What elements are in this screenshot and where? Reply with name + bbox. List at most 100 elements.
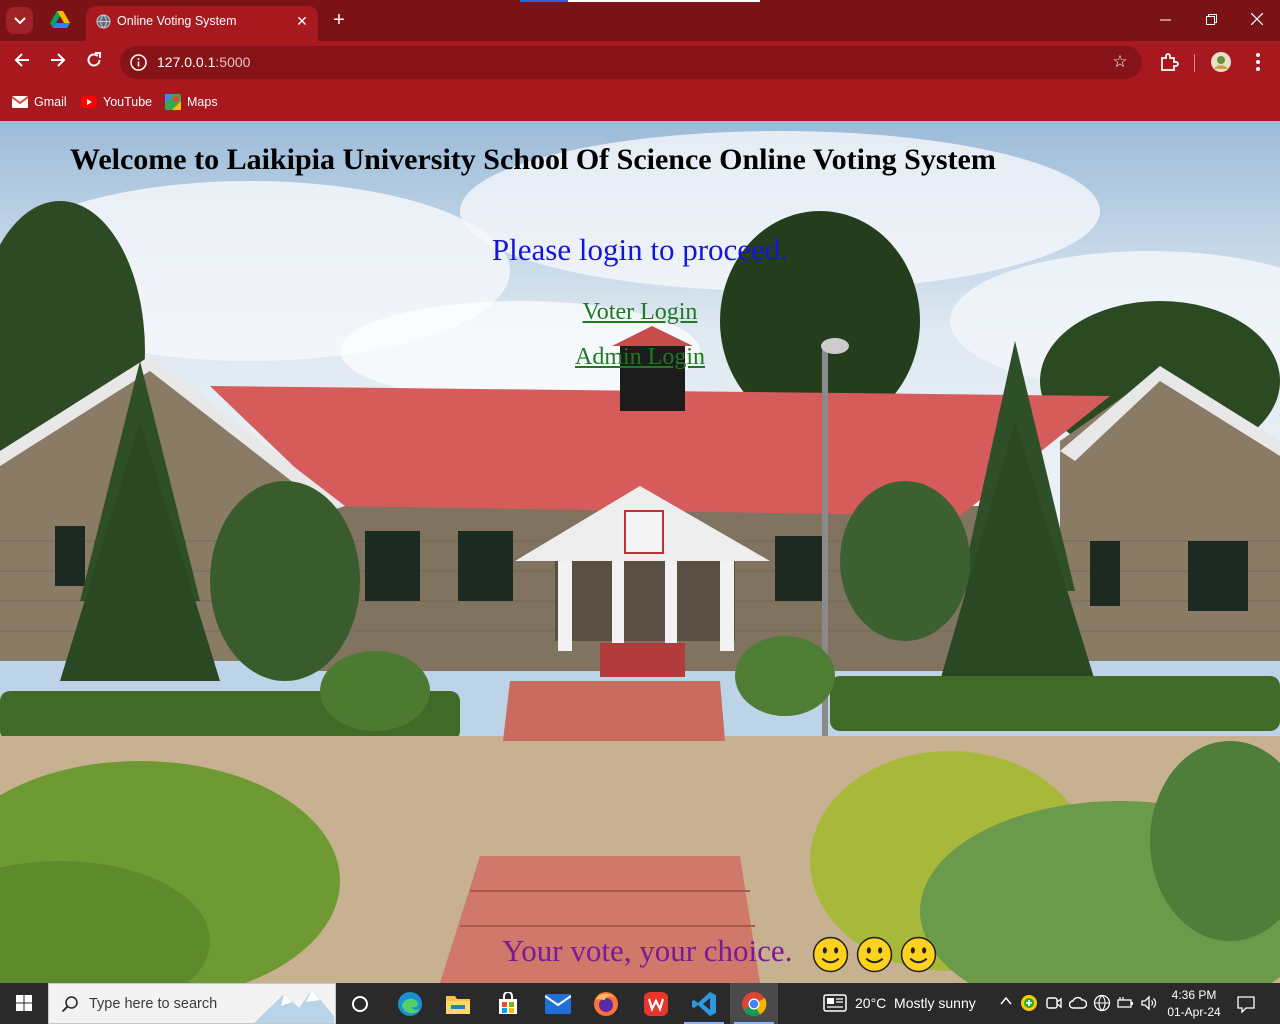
browser-toolbar: 127.0.0.1:5000 ☆	[0, 41, 1280, 83]
login-prompt: Please login to proceed.	[491, 232, 789, 267]
tab-strip: Online Voting System ✕ +	[0, 0, 1280, 41]
page-viewport: Welcome to Laikipia University School Of…	[0, 121, 1280, 983]
admin-login-row: Admin Login	[0, 344, 1280, 371]
task-view-icon	[352, 995, 368, 1012]
arrow-right-icon	[51, 53, 66, 67]
site-info-icon[interactable]	[130, 54, 147, 71]
taskbar-mail[interactable]	[534, 983, 582, 1024]
tray-app-icon[interactable]	[1020, 994, 1038, 1012]
toolbar-divider	[1194, 54, 1195, 72]
store-icon	[499, 991, 517, 1014]
mail-icon	[545, 993, 571, 1014]
smiley-face-icon	[900, 936, 937, 973]
tab-search-button[interactable]	[6, 7, 33, 34]
chevron-down-icon	[13, 16, 26, 24]
vscode-icon	[692, 991, 716, 1016]
globe-icon	[96, 14, 111, 29]
forward-button[interactable]	[45, 49, 71, 75]
smiley-face-icon	[812, 936, 849, 973]
taskbar-firefox[interactable]	[582, 983, 630, 1024]
tray-network-icon[interactable]	[1093, 994, 1111, 1012]
tab-title: Online Voting System	[117, 14, 237, 28]
edge-icon	[398, 991, 422, 1016]
reload-button[interactable]	[81, 49, 107, 75]
taskbar-chrome[interactable]	[730, 983, 778, 1024]
bookmark-gmail[interactable]: Gmail	[12, 92, 67, 112]
bookmark-youtube[interactable]: YouTube	[81, 92, 152, 112]
task-view-button[interactable]	[336, 983, 384, 1024]
windows-logo-icon	[16, 995, 32, 1011]
minimize-button[interactable]	[1153, 8, 1177, 32]
folder-icon	[446, 995, 470, 1014]
google-drive-icon[interactable]	[50, 11, 70, 29]
tab-close-icon[interactable]: ✕	[294, 13, 310, 29]
search-icon	[61, 996, 78, 1013]
youtube-icon	[81, 96, 97, 108]
voter-login-link[interactable]: Voter Login	[583, 299, 698, 325]
camera-icon	[1046, 997, 1062, 1009]
taskbar-vscode[interactable]	[680, 983, 728, 1024]
more-menu-icon[interactable]	[1245, 49, 1271, 75]
taskbar-wps-office[interactable]	[632, 983, 680, 1024]
weather-text: 20°C Mostly sunny	[855, 995, 976, 1011]
url-host: 127.0.0.1	[157, 54, 216, 70]
voter-login-row: Voter Login	[0, 299, 1280, 326]
tray-power-icon[interactable]	[1117, 994, 1135, 1012]
back-button[interactable]	[9, 49, 35, 75]
window-close-button[interactable]	[1245, 8, 1269, 32]
bookmarks-bar: Gmail YouTube Maps	[0, 83, 1280, 121]
chrome-icon	[742, 991, 767, 1016]
clock-time: 4:36 PM	[1171, 988, 1217, 1002]
firefox-icon	[594, 991, 618, 1016]
bookmark-star-icon[interactable]: ☆	[1110, 52, 1130, 72]
start-button[interactable]	[0, 983, 48, 1024]
restore-button[interactable]	[1199, 8, 1223, 32]
taskbar-microsoft-store[interactable]	[484, 983, 532, 1024]
chevron-up-icon	[1000, 996, 1012, 1005]
news-weather-icon	[823, 994, 847, 1012]
bookmark-label: Gmail	[34, 95, 67, 109]
page-title: Welcome to Laikipia University School Of…	[70, 143, 996, 176]
mountain-search-highlight-icon	[254, 990, 334, 1023]
tray-volume-icon[interactable]	[1140, 994, 1158, 1012]
address-bar[interactable]: 127.0.0.1:5000 ☆	[120, 46, 1142, 79]
system-clock[interactable]: 4:36 PM 01-Apr-24	[1160, 987, 1228, 1021]
battery-plug-icon	[1117, 997, 1133, 1008]
taskbar-search-box[interactable]: Type here to search	[48, 983, 336, 1024]
tray-onedrive-icon[interactable]	[1068, 994, 1088, 1012]
extensions-icon[interactable]	[1156, 49, 1182, 75]
maps-icon	[165, 94, 181, 110]
cloud-icon	[1068, 996, 1088, 1009]
loading-indicator	[520, 0, 760, 2]
taskbar-file-explorer[interactable]	[434, 983, 482, 1024]
admin-login-link[interactable]: Admin Login	[575, 344, 705, 370]
bookmark-label: YouTube	[103, 95, 153, 109]
reload-icon	[87, 52, 101, 67]
tray-meet-icon[interactable]	[1045, 994, 1063, 1012]
weather-widget[interactable]: 20°C Mostly sunny	[823, 994, 976, 1012]
smiley-face-icon	[856, 936, 893, 973]
tagline: Your vote, your choice.	[502, 933, 793, 968]
show-hidden-icons-button[interactable]	[997, 994, 1015, 1012]
close-icon	[1250, 12, 1264, 26]
smiley-group	[812, 936, 937, 973]
gmail-icon	[12, 96, 28, 108]
speaker-icon	[1141, 995, 1157, 1011]
taskbar-edge[interactable]	[386, 983, 434, 1024]
url-text[interactable]: 127.0.0.1:5000	[157, 54, 250, 70]
bookmark-maps[interactable]: Maps	[165, 92, 218, 112]
wps-office-icon	[644, 991, 668, 1016]
profile-avatar-icon[interactable]	[1208, 49, 1234, 75]
bookmark-label: Maps	[187, 95, 218, 109]
minimize-icon	[1159, 19, 1171, 21]
restore-icon	[1205, 14, 1217, 25]
search-placeholder: Type here to search	[89, 996, 218, 1012]
tab-online-voting-system[interactable]: Online Voting System ✕	[86, 6, 318, 41]
url-port: :5000	[215, 54, 251, 70]
clock-date: 01-Apr-24	[1167, 1005, 1221, 1019]
windows-taskbar: Type here to search 20°C Mostly sunny 4:…	[0, 983, 1280, 1024]
tray-plus-badge-icon	[1021, 995, 1037, 1011]
new-tab-button[interactable]: +	[328, 9, 350, 31]
globe-icon	[1093, 994, 1111, 1012]
notification-center-icon[interactable]	[1236, 994, 1256, 1014]
